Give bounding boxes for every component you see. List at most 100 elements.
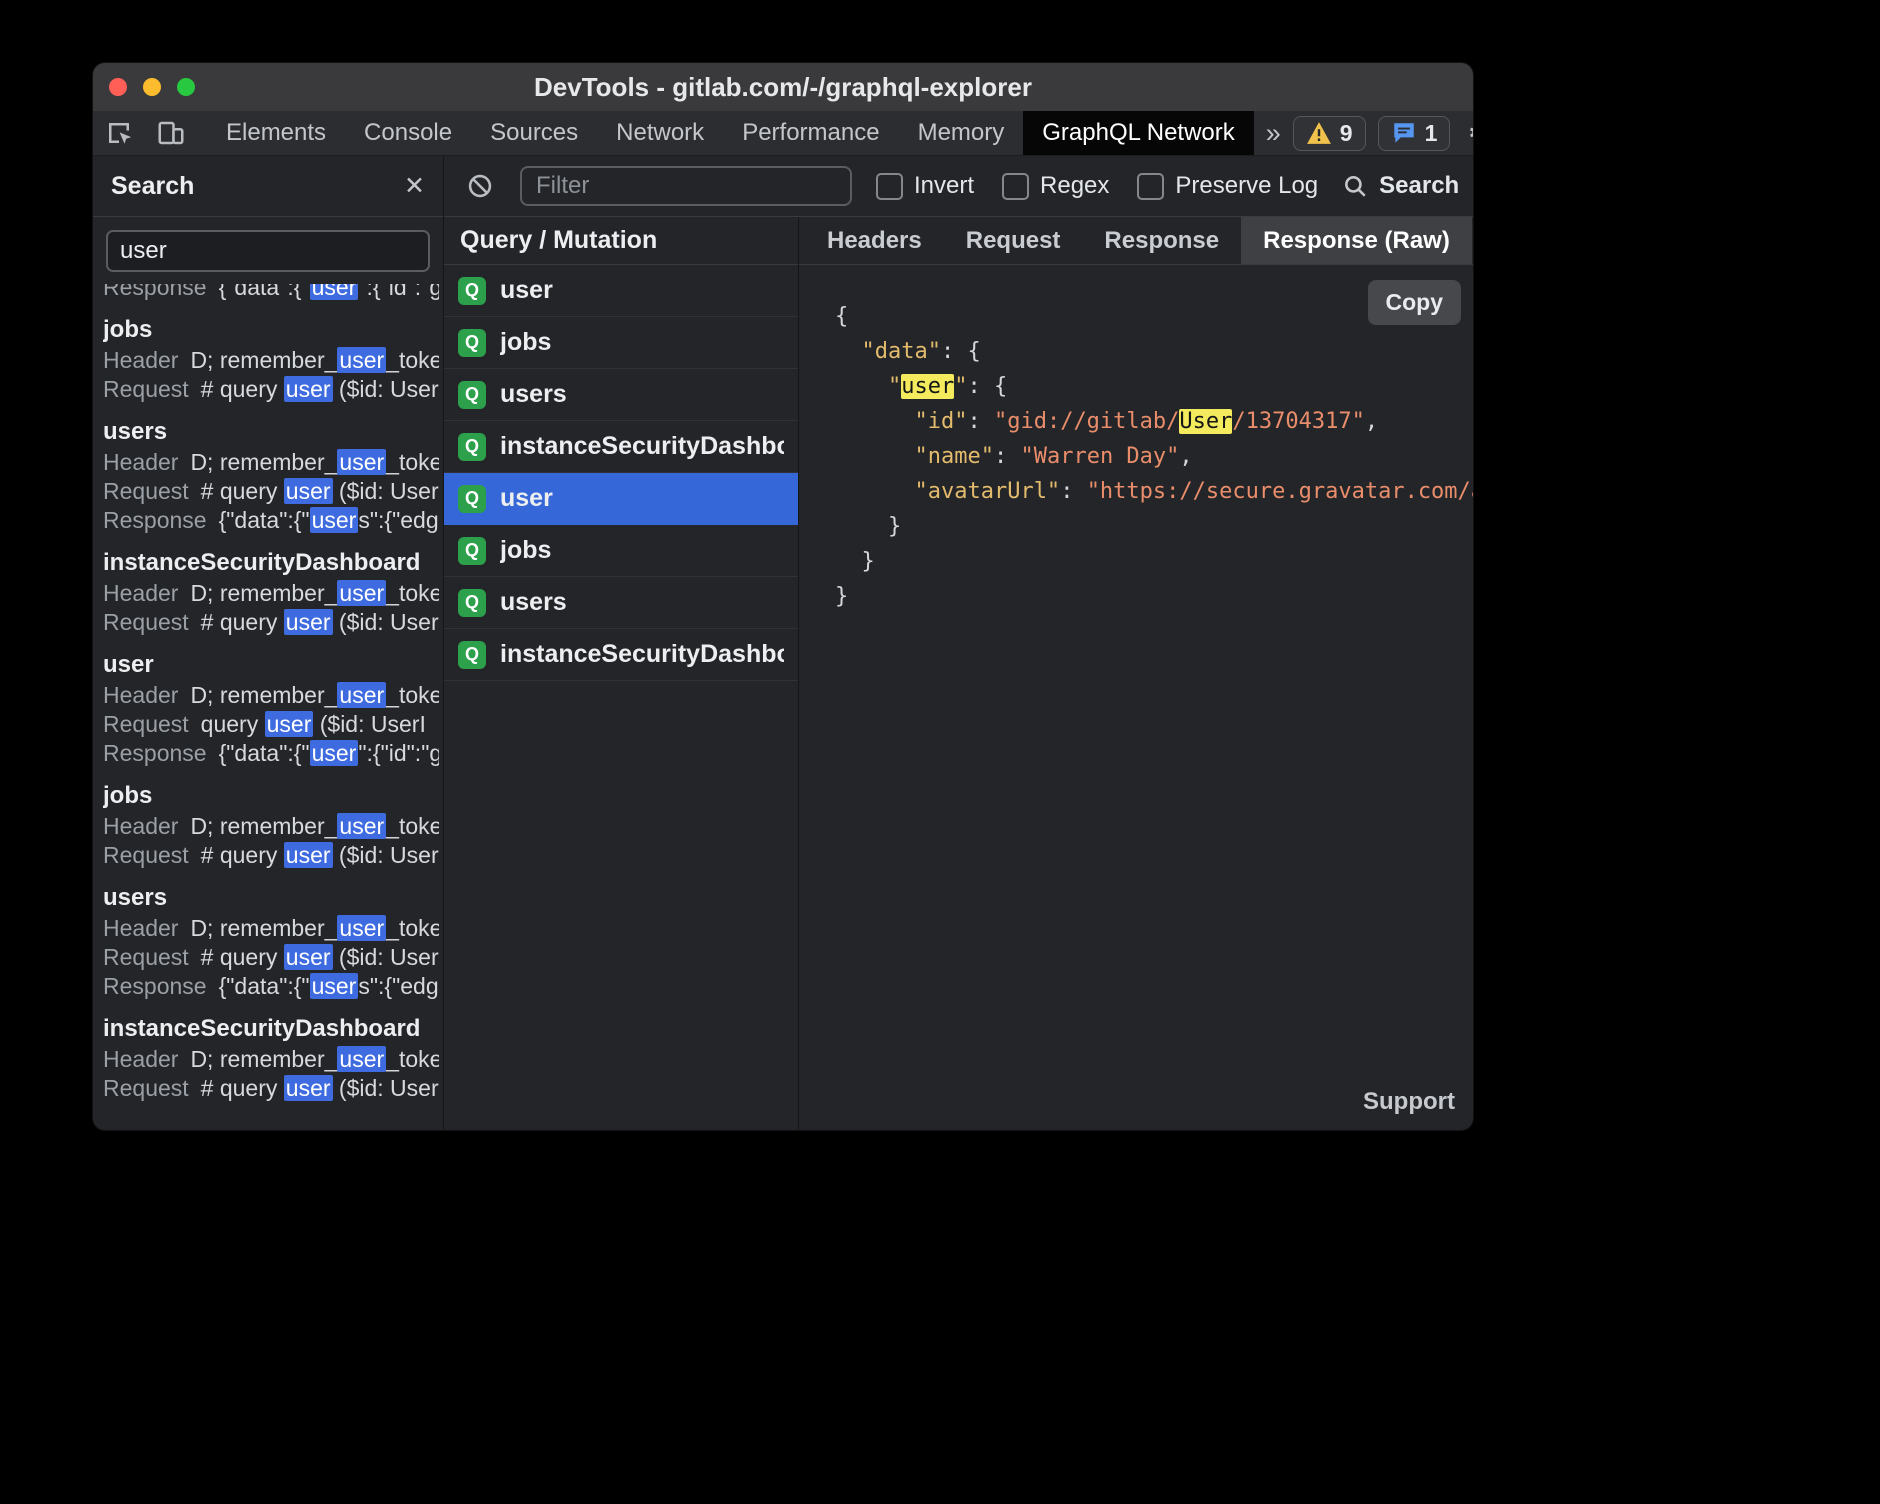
query-list-item-label: jobs [500, 536, 551, 565]
search-result-line[interactable]: HeaderD; remember_user_token=e [103, 681, 439, 710]
query-list-item[interactable]: QinstanceSecurityDashboard [444, 629, 798, 681]
detail-tabs-row: HeadersRequestResponseResponse (Raw) ✕ [799, 217, 1473, 265]
tab-memory[interactable]: Memory [899, 111, 1024, 155]
query-list: QuserQjobsQusersQinstanceSecurityDashboa… [444, 265, 798, 681]
close-window-button[interactable] [109, 78, 127, 96]
search-match-fragment: _token=e [386, 813, 439, 839]
tab-sources[interactable]: Sources [471, 111, 597, 155]
search-result-line[interactable]: HeaderD; remember_user_token=e [103, 579, 439, 608]
json-token [835, 374, 888, 399]
search-result-line[interactable]: Response{"data":{"user":{"id":"gi [103, 739, 439, 768]
tab-elements[interactable]: Elements [207, 111, 345, 155]
query-list-item-label: instanceSecurityDashboard [500, 640, 784, 669]
tab-graphql-network[interactable]: GraphQL Network [1023, 111, 1254, 155]
query-type-badge: Q [458, 537, 486, 565]
detail-tab-response-raw[interactable]: Response (Raw) [1241, 217, 1472, 264]
more-tabs-chevron[interactable]: » [1254, 111, 1293, 155]
query-type-badge: Q [458, 485, 486, 513]
checkbox-box-invert[interactable] [876, 173, 903, 200]
search-match-fragment: ($id: UserI [333, 1075, 439, 1101]
query-list-item-label: users [500, 380, 567, 409]
devtools-main-toolbar: ElementsConsoleSourcesNetworkPerformance… [93, 111, 1473, 156]
search-match-fragment: user [337, 347, 386, 373]
settings-gear-icon[interactable]: ⚙ [1462, 116, 1473, 151]
search-match-fragment: s":{"edges [358, 507, 439, 533]
search-result-line[interactable]: Response{"data":{"user":{"id":"gi [103, 284, 439, 302]
query-list-item[interactable]: Quser [444, 473, 798, 525]
zoom-window-button[interactable] [177, 78, 195, 96]
search-match-fragment: ($id: UserI [333, 478, 439, 504]
query-list-item-label: instanceSecurityDashboard [500, 432, 784, 461]
json-token: : { [941, 339, 981, 364]
tab-performance[interactable]: Performance [723, 111, 898, 155]
window-controls [109, 63, 195, 111]
query-list-item[interactable]: Qjobs [444, 525, 798, 577]
search-result-line[interactable]: Request# query user ($id: UserI [103, 943, 439, 972]
search-match-fragment: D; remember_ [190, 682, 337, 708]
tab-console[interactable]: Console [345, 111, 471, 155]
issues-badge[interactable]: 1 [1378, 116, 1451, 151]
support-link[interactable]: Support [1363, 1088, 1455, 1116]
screen-background: { "window": { "title": "DevTools - gitla… [0, 0, 1880, 1504]
checkbox-preserve-log[interactable]: Preserve Log [1137, 172, 1318, 200]
detail-tab-headers[interactable]: Headers [805, 217, 944, 264]
search-result-line[interactable]: Request# query user ($id: UserI [103, 375, 439, 404]
query-list-item[interactable]: Qjobs [444, 317, 798, 369]
tab-network[interactable]: Network [597, 111, 723, 155]
warning-count: 9 [1340, 120, 1353, 147]
minimize-window-button[interactable] [143, 78, 161, 96]
query-list-item[interactable]: QinstanceSecurityDashboard [444, 421, 798, 473]
search-match-fragment: s":{"edges [358, 973, 439, 999]
search-result-line[interactable]: HeaderD; remember_user_token=e [103, 914, 439, 943]
search-result-line[interactable]: HeaderD; remember_user_token=e [103, 1045, 439, 1074]
copy-button[interactable]: Copy [1368, 280, 1462, 325]
response-detail-panel: HeadersRequestResponseResponse (Raw) ✕ C… [799, 217, 1473, 1130]
search-match-fragment: user [284, 944, 333, 970]
search-result-line[interactable]: Response{"data":{"users":{"edges [103, 972, 439, 1001]
checkbox-box-regex[interactable] [1002, 173, 1029, 200]
query-list-item[interactable]: Quser [444, 265, 798, 317]
json-line: "name": "Warren Day", [835, 439, 1473, 474]
search-result-line[interactable]: Requestquery user ($id: UserI [103, 710, 439, 739]
checkbox-box-preserve-log[interactable] [1137, 173, 1164, 200]
window-title: DevTools - gitlab.com/-/graphql-explorer [93, 72, 1473, 103]
search-magnifier-icon [1342, 173, 1368, 199]
search-panel-title: Search [111, 172, 194, 201]
filter-input[interactable] [520, 166, 852, 206]
detail-tab-request[interactable]: Request [944, 217, 1083, 264]
close-search-icon[interactable]: ✕ [404, 171, 425, 201]
search-result-field-label: Header [103, 682, 178, 708]
inspect-element-button[interactable] [93, 111, 145, 155]
search-result-line-text: Response{"data":{"users":{"edges [103, 507, 439, 533]
checkbox-regex[interactable]: Regex [1002, 172, 1109, 200]
search-match-fragment: user [337, 915, 386, 941]
search-result-line[interactable]: HeaderD; remember_user_token=e [103, 448, 439, 477]
search-result-line-text: HeaderD; remember_user_token=e [103, 1046, 439, 1072]
search-result-line[interactable]: Request# query user ($id: UserI [103, 608, 439, 637]
query-mutation-panel: Query / Mutation QuserQjobsQusersQinstan… [444, 217, 799, 1130]
json-token: } [835, 549, 875, 574]
detail-tab-response[interactable]: Response [1082, 217, 1241, 264]
network-search-button[interactable]: Search [1342, 172, 1459, 200]
query-list-item[interactable]: Qusers [444, 369, 798, 421]
search-result-line[interactable]: HeaderD; remember_user_token=e [103, 812, 439, 841]
search-result-line[interactable]: Request# query user ($id: UserI [103, 477, 439, 506]
checkbox-invert[interactable]: Invert [876, 172, 974, 200]
json-token: : { [967, 374, 1007, 399]
search-result-line[interactable]: Response{"data":{"users":{"edges [103, 506, 439, 535]
warnings-badge[interactable]: 9 [1293, 116, 1366, 151]
search-result-line[interactable]: Request# query user ($id: UserI [103, 1074, 439, 1103]
json-line: "id": "gid://gitlab/User/13704317", [835, 404, 1473, 439]
search-result-line[interactable]: HeaderD; remember_user_token=e [103, 346, 439, 375]
close-detail-icon[interactable]: ✕ [1472, 217, 1473, 264]
clear-log-button[interactable] [464, 172, 496, 200]
query-type-badge: Q [458, 589, 486, 617]
search-match-fragment: {"data":{" [219, 740, 310, 766]
search-match-fragment: _token=e [386, 1046, 439, 1072]
search-input[interactable] [106, 230, 430, 272]
search-result-field-label: Response [103, 973, 207, 999]
json-token: , [1179, 444, 1192, 469]
query-list-item[interactable]: Qusers [444, 577, 798, 629]
search-result-line[interactable]: Request# query user ($id: UserI [103, 841, 439, 870]
device-toolbar-button[interactable] [145, 111, 197, 155]
